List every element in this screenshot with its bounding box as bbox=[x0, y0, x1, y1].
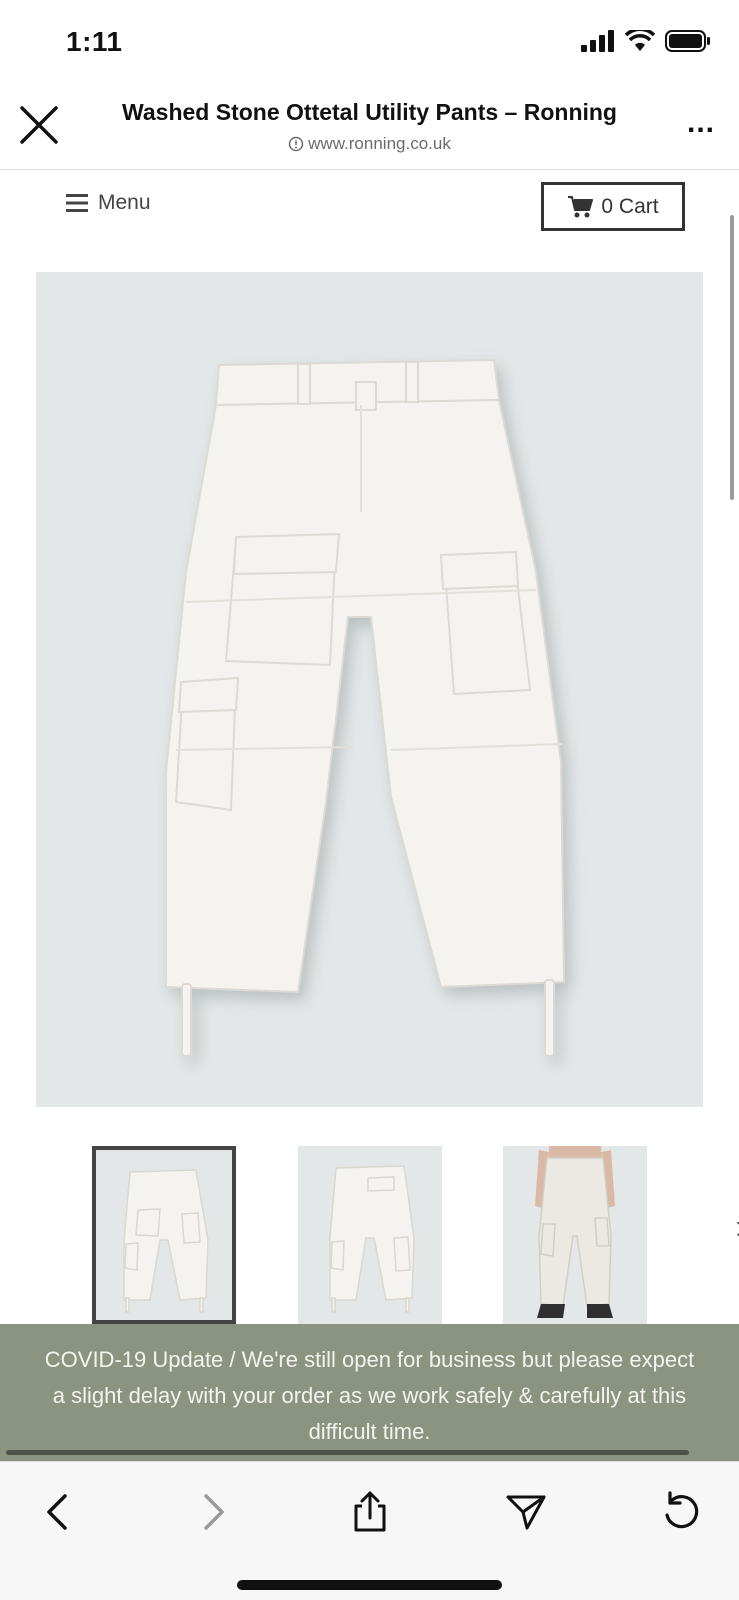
browser-toolbar bbox=[0, 1461, 739, 1600]
cart-icon bbox=[568, 195, 594, 217]
back-arrow-icon bbox=[47, 1494, 67, 1530]
send-button[interactable] bbox=[498, 1484, 554, 1540]
reload-button[interactable] bbox=[654, 1484, 710, 1540]
wifi-icon bbox=[625, 30, 655, 51]
banner-text: COVID-19 Update / We're still open for b… bbox=[44, 1347, 695, 1444]
product-main-image[interactable] bbox=[36, 272, 703, 1107]
share-icon bbox=[354, 1491, 386, 1532]
site-nav: Menu 0 Cart bbox=[0, 171, 739, 257]
page-title: Washed Stone Ottetal Utility Pants – Ron… bbox=[122, 99, 617, 125]
more-options-button[interactable]: ... bbox=[687, 108, 715, 138]
cart-button[interactable]: 0 Cart bbox=[541, 182, 685, 231]
covid-banner: COVID-19 Update / We're still open for b… bbox=[0, 1324, 739, 1461]
pants-model-thumbnail-icon bbox=[535, 1146, 615, 1318]
page-scrollbar[interactable] bbox=[730, 215, 734, 500]
menu-label: Menu bbox=[98, 191, 151, 214]
url-text: www.ronning.co.uk bbox=[308, 134, 451, 153]
page-url[interactable]: www.ronning.co.uk bbox=[80, 134, 659, 154]
info-icon bbox=[288, 136, 304, 152]
share-button[interactable] bbox=[342, 1484, 398, 1540]
thumbnail-strip: › bbox=[0, 1146, 739, 1324]
status-time: 1:11 bbox=[66, 26, 123, 57]
signal-icon bbox=[581, 30, 614, 52]
forward-button[interactable] bbox=[185, 1484, 241, 1540]
forward-arrow-icon bbox=[204, 1494, 224, 1530]
hamburger-icon bbox=[66, 194, 88, 212]
cargo-pants-image bbox=[165, 358, 566, 1057]
pants-back-thumbnail-icon bbox=[329, 1165, 415, 1313]
close-icon bbox=[20, 106, 58, 144]
menu-button[interactable]: Menu bbox=[66, 191, 151, 215]
cart-label: 0 Cart bbox=[601, 194, 659, 218]
banner-scroll-indicator bbox=[6, 1450, 689, 1455]
close-button[interactable] bbox=[18, 104, 60, 146]
battery-icon bbox=[665, 30, 710, 52]
back-button[interactable] bbox=[30, 1484, 86, 1540]
status-icons bbox=[581, 30, 711, 52]
send-icon bbox=[506, 1495, 546, 1530]
browser-header: Washed Stone Ottetal Utility Pants – Ron… bbox=[0, 88, 739, 170]
home-indicator[interactable] bbox=[237, 1580, 502, 1590]
thumbnail-3[interactable] bbox=[503, 1146, 647, 1324]
thumbnail-2[interactable] bbox=[298, 1146, 442, 1324]
thumbnail-1[interactable] bbox=[92, 1146, 236, 1324]
reload-icon bbox=[665, 1491, 699, 1529]
status-bar: 1:11 bbox=[0, 0, 739, 88]
pants-front-thumbnail-icon bbox=[123, 1169, 209, 1313]
